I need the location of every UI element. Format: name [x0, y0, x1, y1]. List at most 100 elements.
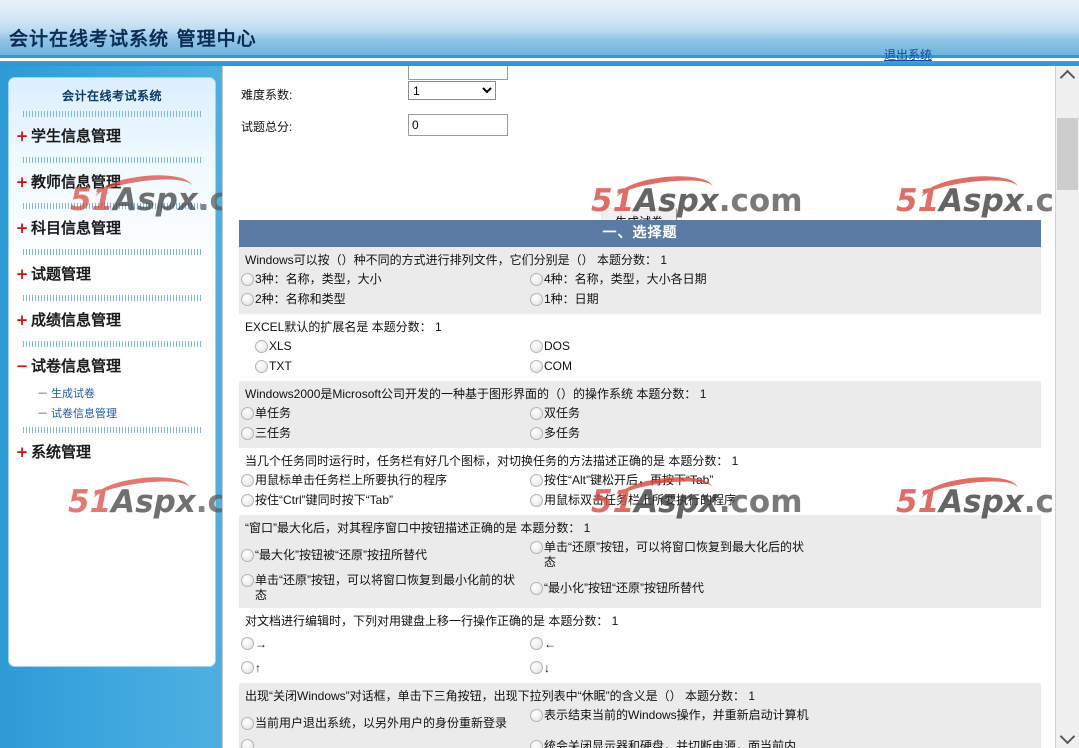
scroll-down-arrow-icon[interactable]	[1056, 728, 1079, 748]
radio-icon[interactable]	[530, 637, 543, 650]
option-item[interactable]: 3种：名称，类型，大小	[239, 271, 528, 291]
option-item[interactable]: 用鼠标单击任务栏上所要执行的程序	[239, 472, 528, 492]
option-item[interactable]: 4种：名称，类型，大小各日期	[528, 271, 817, 291]
sidebar-item-score[interactable]: + 成绩信息管理	[9, 302, 215, 338]
radio-icon[interactable]	[530, 474, 543, 487]
option-item[interactable]: 单击“还原”按钮，可以将窗口恢复到最小化前的状态	[239, 572, 528, 605]
vertical-scrollbar[interactable]	[1055, 66, 1079, 748]
radio-icon[interactable]	[530, 582, 543, 595]
option-item[interactable]: 单任务	[239, 405, 528, 425]
radio-icon[interactable]	[241, 717, 254, 730]
radio-icon[interactable]	[530, 661, 543, 674]
question-text: EXCEL默认的扩展名是 本题分数： 1	[239, 318, 1041, 338]
scroll-up-arrow-icon[interactable]	[1056, 66, 1079, 86]
option-item[interactable]: 按住“Ctrl”键同时按下“Tab”	[239, 492, 528, 512]
option-item[interactable]: ↑	[239, 656, 528, 680]
radio-icon[interactable]	[241, 494, 254, 507]
sidebar-item-system[interactable]: + 系统管理	[9, 434, 215, 470]
sidebar-item-label: 试题管理	[31, 265, 91, 283]
option-item[interactable]: 用鼠标双击任务栏上所要执行的程序	[528, 492, 817, 512]
option-item[interactable]: “最小化”按钮“还原”按钮所替代	[528, 572, 817, 605]
option-item[interactable]: 单击“还原”按钮，可以将窗口恢复到最大化后的状态	[528, 539, 817, 572]
option-label: 按住“Ctrl”键同时按下“Tab”	[255, 493, 393, 507]
radio-icon[interactable]	[241, 293, 254, 306]
option-label: XLS	[269, 339, 292, 353]
plus-icon: +	[15, 256, 29, 292]
option-item[interactable]: XLS	[239, 338, 528, 358]
option-item[interactable]: ←	[528, 632, 817, 656]
sidebar-item-student[interactable]: + 学生信息管理	[9, 118, 215, 154]
radio-icon[interactable]	[530, 273, 543, 286]
radio-icon[interactable]	[241, 739, 254, 748]
main-content: 难度系数: 1 试题总分: 生成试卷 一、选择题	[222, 66, 1055, 748]
radio-icon[interactable]	[241, 574, 254, 587]
plus-icon: +	[15, 118, 29, 154]
option-item[interactable]: 1种：日期	[528, 291, 817, 311]
option-label: 2种：名称和类型	[255, 292, 346, 306]
radio-icon[interactable]	[241, 474, 254, 487]
option-label: DOS	[544, 339, 570, 353]
option-grid: 当前用户退出系统，以另外用户的身份重新登录 表示结束当前的Windows操作，并…	[239, 707, 1041, 748]
scrollbar-track[interactable]	[1057, 86, 1078, 118]
radio-icon[interactable]	[241, 273, 254, 286]
radio-icon[interactable]	[241, 407, 254, 420]
question-block: 对文档进行编辑时，下列对用键盘上移一行操作正确的是 本题分数： 1 → ← ↑ …	[239, 608, 1041, 683]
radio-icon[interactable]	[530, 427, 543, 440]
sidebar-item-subject[interactable]: + 科目信息管理	[9, 210, 215, 246]
option-item[interactable]: ↓	[528, 656, 817, 680]
radio-icon[interactable]	[530, 494, 543, 507]
sidebar-item-papers[interactable]: − 试卷信息管理	[9, 348, 215, 384]
radio-icon[interactable]	[530, 541, 543, 554]
sidebar-item-label: 系统管理	[31, 443, 91, 461]
option-item[interactable]: “最大化”按钮被“还原”按扭所替代	[239, 539, 528, 572]
option-item[interactable]: 当前用户退出系统，以另外用户的身份重新登录	[239, 707, 528, 733]
option-item[interactable]: 按住“Alt”键松开后，再按下“Tab”	[528, 472, 817, 492]
question-text: 出现“关闭Windows”对话框，单击下三角按钮，出现下拉列表中“休眠”的含义是…	[239, 687, 1041, 707]
radio-icon[interactable]	[241, 637, 254, 650]
divider-dashes	[23, 295, 201, 301]
sidebar-item-questionbank[interactable]: + 试题管理	[9, 256, 215, 292]
radio-icon[interactable]	[530, 709, 543, 722]
option-label: ←	[544, 637, 556, 651]
clipped-field[interactable]	[408, 66, 508, 80]
sidebar-item-teacher[interactable]: + 教师信息管理	[9, 164, 215, 200]
radio-icon[interactable]	[255, 360, 268, 373]
radio-icon[interactable]	[255, 340, 268, 353]
option-item[interactable]: 统会关闭显示器和硬盘，并切断电源，面当前内	[528, 733, 817, 748]
option-label: 当前用户退出系统，以另外用户的身份重新登录	[255, 716, 507, 730]
option-item[interactable]: 2种：名称和类型	[239, 291, 528, 311]
sidebar-panel-bg: 会计在线考试系统 + 学生信息管理 + 教师信息管理	[9, 78, 215, 666]
option-item[interactable]: 多任务	[528, 425, 817, 445]
difficulty-select[interactable]: 1	[408, 81, 496, 100]
radio-icon[interactable]	[241, 427, 254, 440]
option-grid: “最大化”按钮被“还原”按扭所替代 单击“还原”按钮，可以将窗口恢复到最大化后的…	[239, 539, 1041, 605]
sidebar-subitem-paper-management[interactable]: － 试卷信息管理	[9, 404, 215, 424]
option-label: 单击“还原”按钮，可以将窗口恢复到最小化前的状态	[255, 573, 515, 602]
plus-icon: +	[15, 164, 29, 200]
scrollbar-thumb[interactable]	[1057, 118, 1078, 190]
option-item[interactable]: COM	[528, 358, 817, 378]
option-label: →	[255, 637, 267, 651]
option-item[interactable]: 双任务	[528, 405, 817, 425]
radio-icon[interactable]	[530, 293, 543, 306]
radio-icon[interactable]	[530, 360, 543, 373]
question-text: Windows可以按（）种不同的方式进行排列文件，它们分别是（） 本题分数： 1	[239, 251, 1041, 271]
option-item[interactable]: 表示结束当前的Windows操作，并重新启动计算机	[528, 707, 817, 733]
option-item[interactable]: TXT	[239, 358, 528, 378]
option-item[interactable]	[239, 733, 528, 748]
form-row-total-score: 试题总分:	[223, 112, 1055, 144]
sidebar-subitem-generate-paper[interactable]: － 生成试卷	[9, 384, 215, 404]
option-item[interactable]: 三任务	[239, 425, 528, 445]
section-heading-choice: 一、选择题	[239, 220, 1041, 247]
question-block: “窗口”最大化后，对其程序窗口中按钮描述正确的是 本题分数： 1 “最大化”按钮…	[239, 515, 1041, 608]
radio-icon[interactable]	[241, 661, 254, 674]
radio-icon[interactable]	[530, 740, 543, 748]
option-label: 多任务	[544, 426, 580, 440]
radio-icon[interactable]	[241, 549, 254, 562]
radio-icon[interactable]	[530, 407, 543, 420]
option-item[interactable]: DOS	[528, 338, 817, 358]
option-item[interactable]: →	[239, 632, 528, 656]
total-score-input[interactable]	[408, 114, 508, 136]
radio-icon[interactable]	[530, 340, 543, 353]
app-banner: 会计在线考试系统 管理中心 退出系统	[0, 0, 1079, 58]
